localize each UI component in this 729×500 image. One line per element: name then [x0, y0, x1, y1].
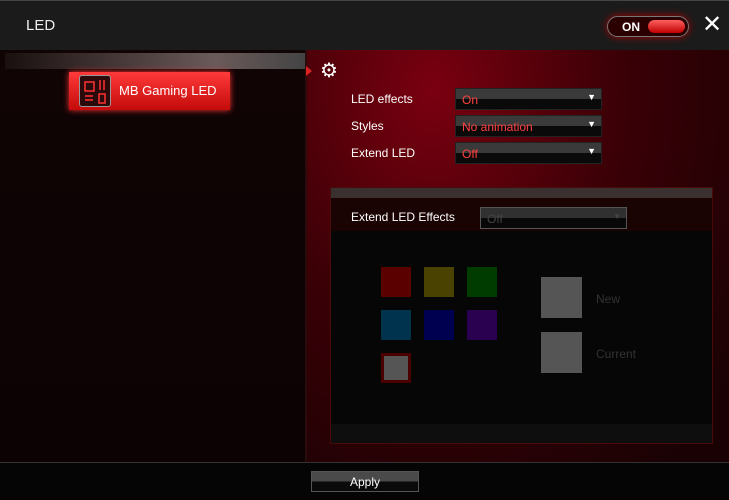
- window-title: LED: [26, 17, 56, 34]
- extend-led-effects-panel: Extend LED Effects Off ▼ New Current: [330, 187, 713, 444]
- sidebar-item-mb-gaming-led[interactable]: MB Gaming LED: [69, 72, 230, 110]
- toggle-label: ON: [622, 20, 640, 34]
- dropdown-value: Off: [462, 147, 478, 161]
- chevron-down-icon: ▼: [587, 92, 596, 102]
- extend-effects-row: Extend LED Effects Off ▼: [331, 198, 712, 231]
- color-swatch-green[interactable]: [467, 267, 497, 297]
- styles-label: Styles: [351, 119, 384, 133]
- title-bar: LED ON ✕: [0, 0, 729, 50]
- apply-button[interactable]: Apply: [311, 471, 419, 492]
- extend-led-effects-dropdown[interactable]: Off ▼: [480, 207, 627, 229]
- panel-footer: [331, 424, 712, 443]
- chevron-down-icon: ▼: [587, 146, 596, 156]
- current-color-preview: [541, 332, 582, 373]
- sidebar: MB Gaming LED: [0, 50, 306, 462]
- extend-led-label: Extend LED: [351, 146, 416, 160]
- chevron-down-icon: ▼: [587, 119, 596, 129]
- toggle-knob: [648, 20, 685, 33]
- color-swatch-purple[interactable]: [467, 310, 497, 340]
- bottom-bar: Apply: [0, 462, 729, 500]
- current-label: Current: [596, 347, 637, 361]
- color-swatch-white-selected[interactable]: [381, 353, 411, 383]
- dropdown-value: No animation: [462, 120, 533, 134]
- extend-led-dropdown[interactable]: Off ▼: [455, 142, 602, 164]
- sidebar-header: [5, 53, 305, 69]
- selection-arrow-icon: [306, 66, 312, 76]
- color-swatch-red[interactable]: [381, 267, 411, 297]
- led-effects-label: LED effects: [351, 92, 413, 106]
- chevron-down-icon: ▼: [613, 212, 621, 221]
- motherboard-icon: [79, 75, 111, 107]
- extend-led-effects-label: Extend LED Effects: [351, 210, 455, 224]
- new-label: New: [596, 292, 621, 306]
- styles-dropdown[interactable]: No animation ▼: [455, 115, 602, 137]
- power-toggle[interactable]: ON: [607, 16, 689, 37]
- gear-icon: ⚙: [320, 60, 338, 82]
- panel-header: [331, 188, 712, 198]
- led-effects-dropdown[interactable]: On ▼: [455, 88, 602, 110]
- sidebar-item-label: MB Gaming LED: [119, 83, 217, 98]
- dropdown-value: On: [462, 93, 479, 107]
- color-swatch-cyan[interactable]: [381, 310, 411, 340]
- dropdown-value: Off: [487, 212, 503, 226]
- close-icon[interactable]: ✕: [702, 13, 722, 37]
- color-swatch-blue[interactable]: [424, 310, 454, 340]
- color-swatch-yellow[interactable]: [424, 267, 454, 297]
- new-color-preview: [541, 277, 582, 318]
